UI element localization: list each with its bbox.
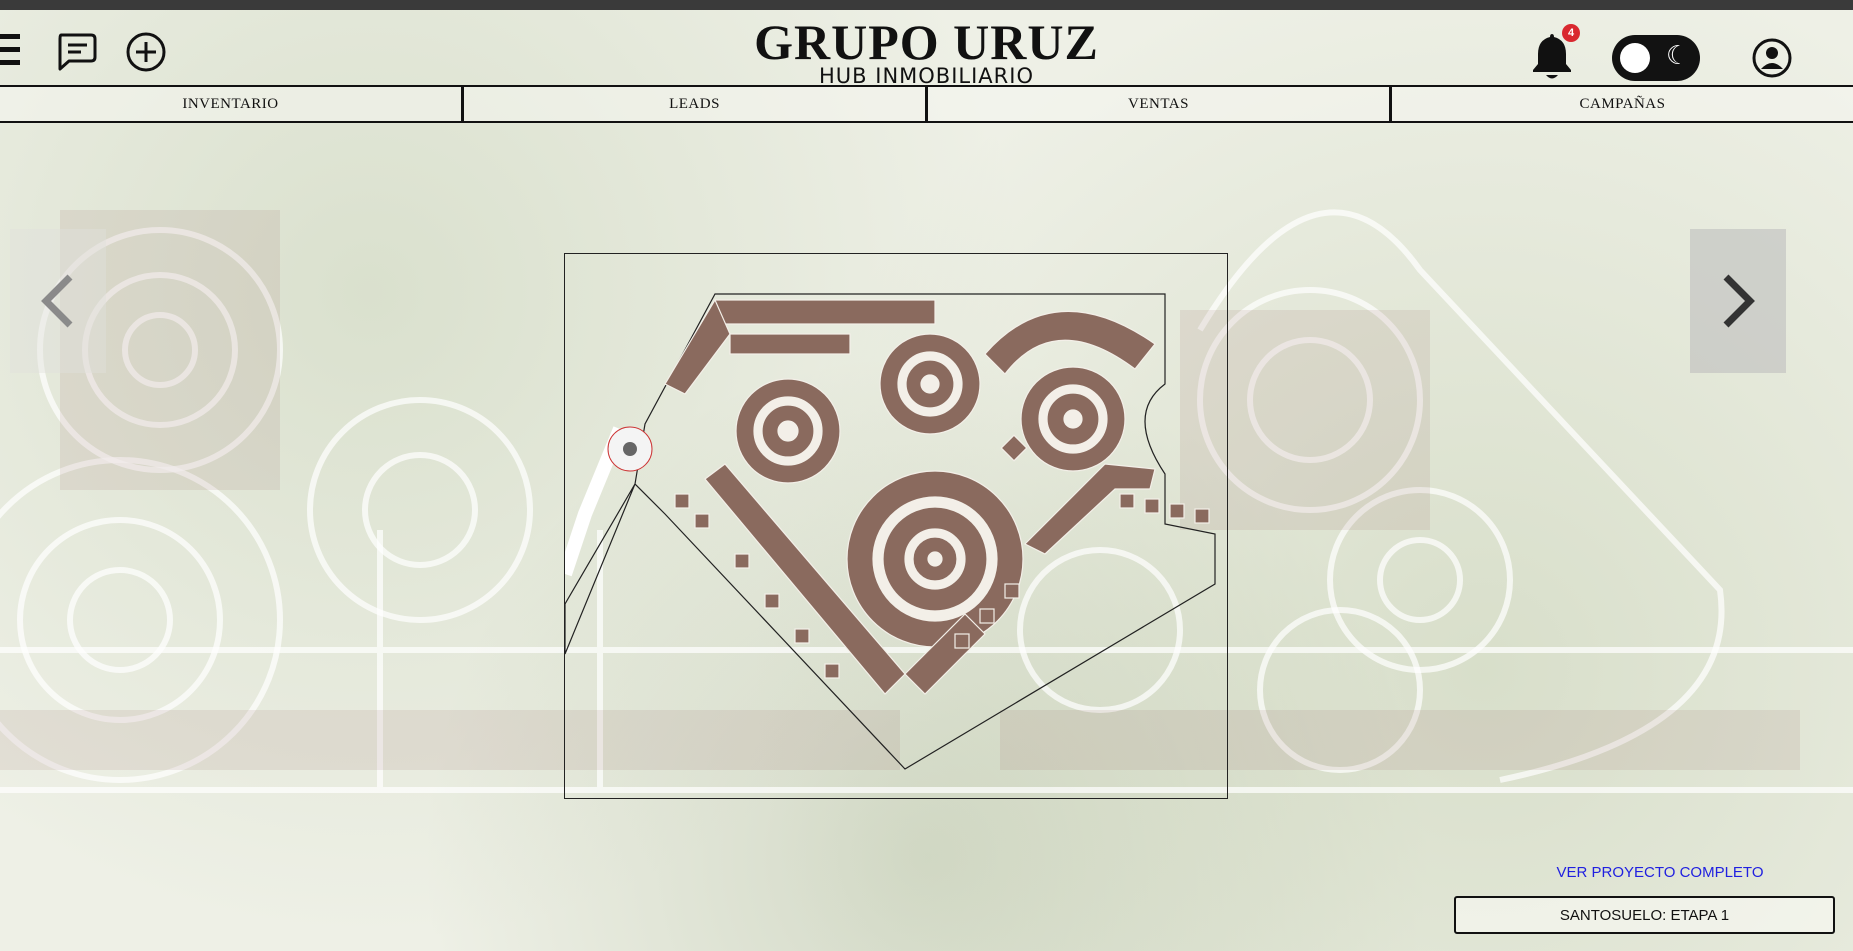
chevron-left-icon [41,274,73,328]
stage-selector[interactable]: SANTOSUELO: ETAPA 1 [1454,896,1835,934]
tab-inventario[interactable]: INVENTARIO [0,87,464,121]
app-header: GRUPO URUZ HUB INMOBILIARIO 4 ☾ [0,10,1853,88]
user-circle-icon[interactable] [1750,36,1794,80]
window-top-bar [0,0,1853,10]
chat-icon[interactable] [54,30,98,74]
tab-leads[interactable]: LEADS [464,87,928,121]
lot-map[interactable] [558,253,1228,799]
toggle-knob [1620,43,1650,73]
carousel-next-button[interactable] [1690,229,1786,373]
main-nav: INVENTARIO LEADS VENTAS CAMPAÑAS [0,85,1853,123]
notification-badge: 4 [1562,24,1580,42]
chevron-right-icon [1723,274,1755,328]
carousel-prev-button[interactable] [10,229,106,373]
tab-campanas[interactable]: CAMPAÑAS [1392,87,1853,121]
moon-icon: ☾ [1666,41,1690,71]
theme-toggle[interactable]: ☾ [1612,35,1700,81]
hamburger-icon[interactable] [0,28,22,72]
view-full-project-link[interactable]: VER PROYECTO COMPLETO [1500,864,1820,881]
roundabout-center [623,442,637,456]
plus-circle-icon[interactable] [124,30,168,74]
tab-ventas[interactable]: VENTAS [928,87,1392,121]
lots-layer [664,298,1210,695]
